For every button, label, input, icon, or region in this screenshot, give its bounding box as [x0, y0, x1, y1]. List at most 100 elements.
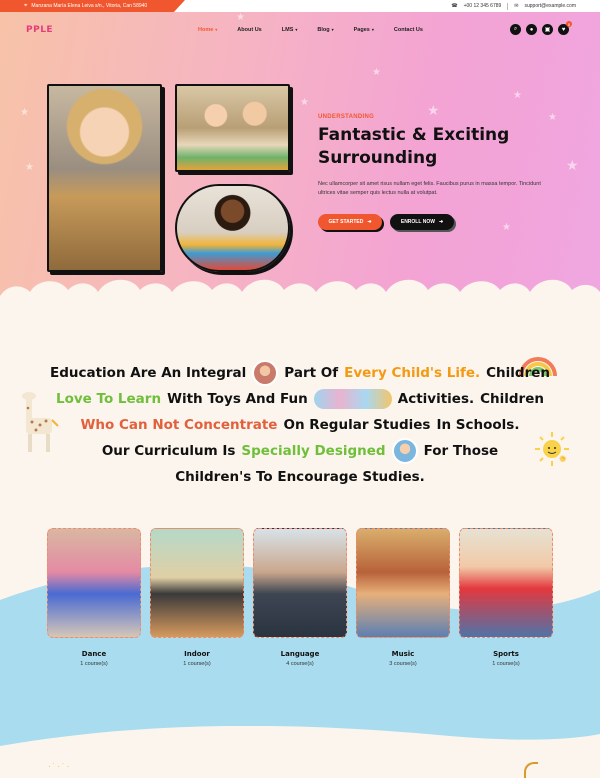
statement-text: Part Of	[284, 365, 339, 381]
statement-line-4: Our Curriculum Is Specially Designed For…	[0, 438, 600, 464]
hero-section: ★ ★ ★ ★ ★ ★ ★ ★ ★ ★ UNDERSTANDING Fantas…	[0, 12, 600, 302]
hero-image-kids-playing	[175, 84, 290, 172]
hero-buttons: GET STARTED ➜ ENROLL NOW ➜	[318, 214, 558, 230]
toys-photo-thumbnail	[313, 389, 392, 409]
course-card-language[interactable]: Language 4 course(s)	[253, 528, 347, 667]
course-categories: Dance 1 course(s) Indoor 1 course(s) Lan…	[47, 528, 553, 667]
phone-text[interactable]: +00 12 345 6789	[464, 3, 502, 9]
search-icon[interactable]: ⌕	[510, 24, 521, 35]
star-decoration-icon: ★	[25, 162, 34, 173]
arrow-right-icon: ➜	[438, 219, 444, 225]
get-started-button[interactable]: GET STARTED ➜	[318, 214, 382, 230]
wishlist-count-badge: 0	[566, 21, 572, 27]
course-count: 1 course(s)	[80, 661, 108, 667]
child-photo-thumbnail	[252, 360, 279, 386]
nav-item-about[interactable]: About Us	[237, 27, 261, 33]
enroll-now-button[interactable]: ENROLL NOW ➜	[390, 214, 454, 230]
cream-wave-divider	[0, 726, 600, 778]
statement-text: Our Curriculum Is	[101, 443, 236, 459]
statement-line-2: Love To Learn With Toys And Fun Activiti…	[0, 386, 600, 412]
chevron-down-icon: ▾	[295, 27, 298, 32]
statement-text: Activities.	[397, 391, 475, 407]
nav-item-blog[interactable]: Blog ▾	[317, 27, 333, 33]
enroll-now-label: ENROLL NOW	[400, 219, 435, 225]
statement-line-3: Who Can Not Concentrate On Regular Studi…	[0, 412, 600, 438]
hero-eyebrow: UNDERSTANDING	[318, 114, 375, 120]
mission-statement: Education Are An Integral Part Of Every …	[0, 360, 600, 490]
course-title[interactable]: Sports	[459, 650, 553, 658]
hero-title-line1: Fantastic & Exciting	[318, 125, 510, 145]
course-image	[150, 528, 244, 638]
course-image	[253, 528, 347, 638]
statement-text: With Toys And Fun	[167, 391, 308, 407]
user-icon[interactable]: ●	[526, 24, 537, 35]
statement-highlight: Every Child's Life.	[344, 365, 481, 381]
course-title[interactable]: Language	[253, 650, 347, 658]
divider	[507, 2, 509, 10]
address-text: Manzana María Elena Leiva s/n., Vitoria,…	[31, 3, 148, 9]
nav-item-lms[interactable]: LMS ▾	[282, 27, 298, 33]
statement-text: In Schools.	[436, 417, 520, 433]
top-bar: ⌖ Manzana María Elena Leiva s/n., Vitori…	[0, 0, 600, 12]
logo[interactable]: ✺PPLE	[26, 25, 567, 465]
star-decoration-icon: ★	[513, 90, 522, 101]
arrow-right-icon: ➜	[367, 219, 372, 225]
email-text[interactable]: support@example.com	[525, 3, 577, 9]
statement-highlight: Love To Learn	[56, 391, 162, 407]
course-title[interactable]: Dance	[47, 650, 141, 658]
course-count: 1 course(s)	[183, 661, 211, 667]
cloud-divider	[0, 279, 600, 312]
nav-item-pages[interactable]: Pages ▾	[354, 27, 374, 33]
course-count: 3 course(s)	[389, 661, 417, 667]
statement-text: Children's To Encourage Studies.	[175, 469, 425, 485]
hero-image-child-toys	[47, 84, 162, 272]
course-image	[47, 528, 141, 638]
star-decoration-icon: ★	[20, 107, 29, 118]
course-count: 1 course(s)	[492, 661, 520, 667]
address-bar: ⌖ Manzana María Elena Leiva s/n., Vitori…	[0, 0, 185, 12]
statement-highlight: Specially Designed	[241, 443, 386, 459]
heart-icon[interactable]: ♥ 0	[558, 21, 572, 35]
location-pin-icon: ⌖	[24, 2, 28, 9]
course-image	[459, 528, 553, 638]
chevron-down-icon: ▾	[371, 27, 374, 32]
course-count: 4 course(s)	[286, 661, 314, 667]
child-photo-thumbnail	[391, 438, 418, 464]
hero-title: Fantastic & Exciting Surrounding	[318, 124, 558, 170]
statement-text: Children	[486, 365, 551, 381]
statement-highlight: Who Can Not Concentrate	[80, 417, 278, 433]
bag-icon[interactable]: ▣	[542, 24, 553, 35]
mail-icon: ✉	[514, 3, 519, 9]
hero-title-line2: Surrounding	[318, 148, 438, 168]
main-nav: ✺PPLE Home▾ About Us LMS▾ Blog▾ Pages▾ C…	[0, 12, 600, 465]
nav-icons: ⌕ ● ▣ ♥ 0	[510, 21, 572, 35]
hero-image-child-blocks	[175, 184, 290, 272]
statement-text: For Those	[423, 443, 499, 459]
star-decoration-icon: ★	[300, 97, 309, 108]
hero-text: UNDERSTANDING Fantastic & Exciting Surro…	[318, 114, 558, 230]
nav-menu: Home ▾ About Us LMS ▾ Blog ▾ Pages ▾ Contact…	[198, 27, 423, 33]
star-decoration-icon: ★	[566, 157, 579, 173]
statement-line-5: Children's To Encourage Studies.	[0, 464, 600, 490]
swirl-decoration-icon	[524, 762, 538, 778]
course-card-sports[interactable]: Sports 1 course(s)	[459, 528, 553, 667]
contact-info: ☎ +00 12 345 6789 ✉ support@example.com	[451, 0, 576, 12]
get-started-label: GET STARTED	[328, 219, 364, 225]
course-image	[356, 528, 450, 638]
nav-item-contact[interactable]: Contact Us	[394, 27, 423, 33]
course-title[interactable]: Music	[356, 650, 450, 658]
phone-icon: ☎	[451, 3, 458, 9]
statement-text: Education Are An Integral	[49, 365, 247, 381]
chevron-down-icon: ▾	[331, 27, 334, 32]
course-card-music[interactable]: Music 3 course(s)	[356, 528, 450, 667]
chevron-down-icon: ▾	[215, 27, 218, 32]
statement-line-1: Education Are An Integral Part Of Every …	[0, 360, 600, 386]
logo-text: PPLE	[26, 25, 54, 35]
nav-item-home[interactable]: Home ▾	[198, 27, 217, 33]
course-card-indoor[interactable]: Indoor 1 course(s)	[150, 528, 244, 667]
statement-text: On Regular Studies	[283, 417, 431, 433]
sparkle-decoration-icon: ·˙·˙·	[48, 762, 72, 771]
course-card-dance[interactable]: Dance 1 course(s)	[47, 528, 141, 667]
star-decoration-icon: ★	[372, 67, 381, 78]
course-title[interactable]: Indoor	[150, 650, 244, 658]
